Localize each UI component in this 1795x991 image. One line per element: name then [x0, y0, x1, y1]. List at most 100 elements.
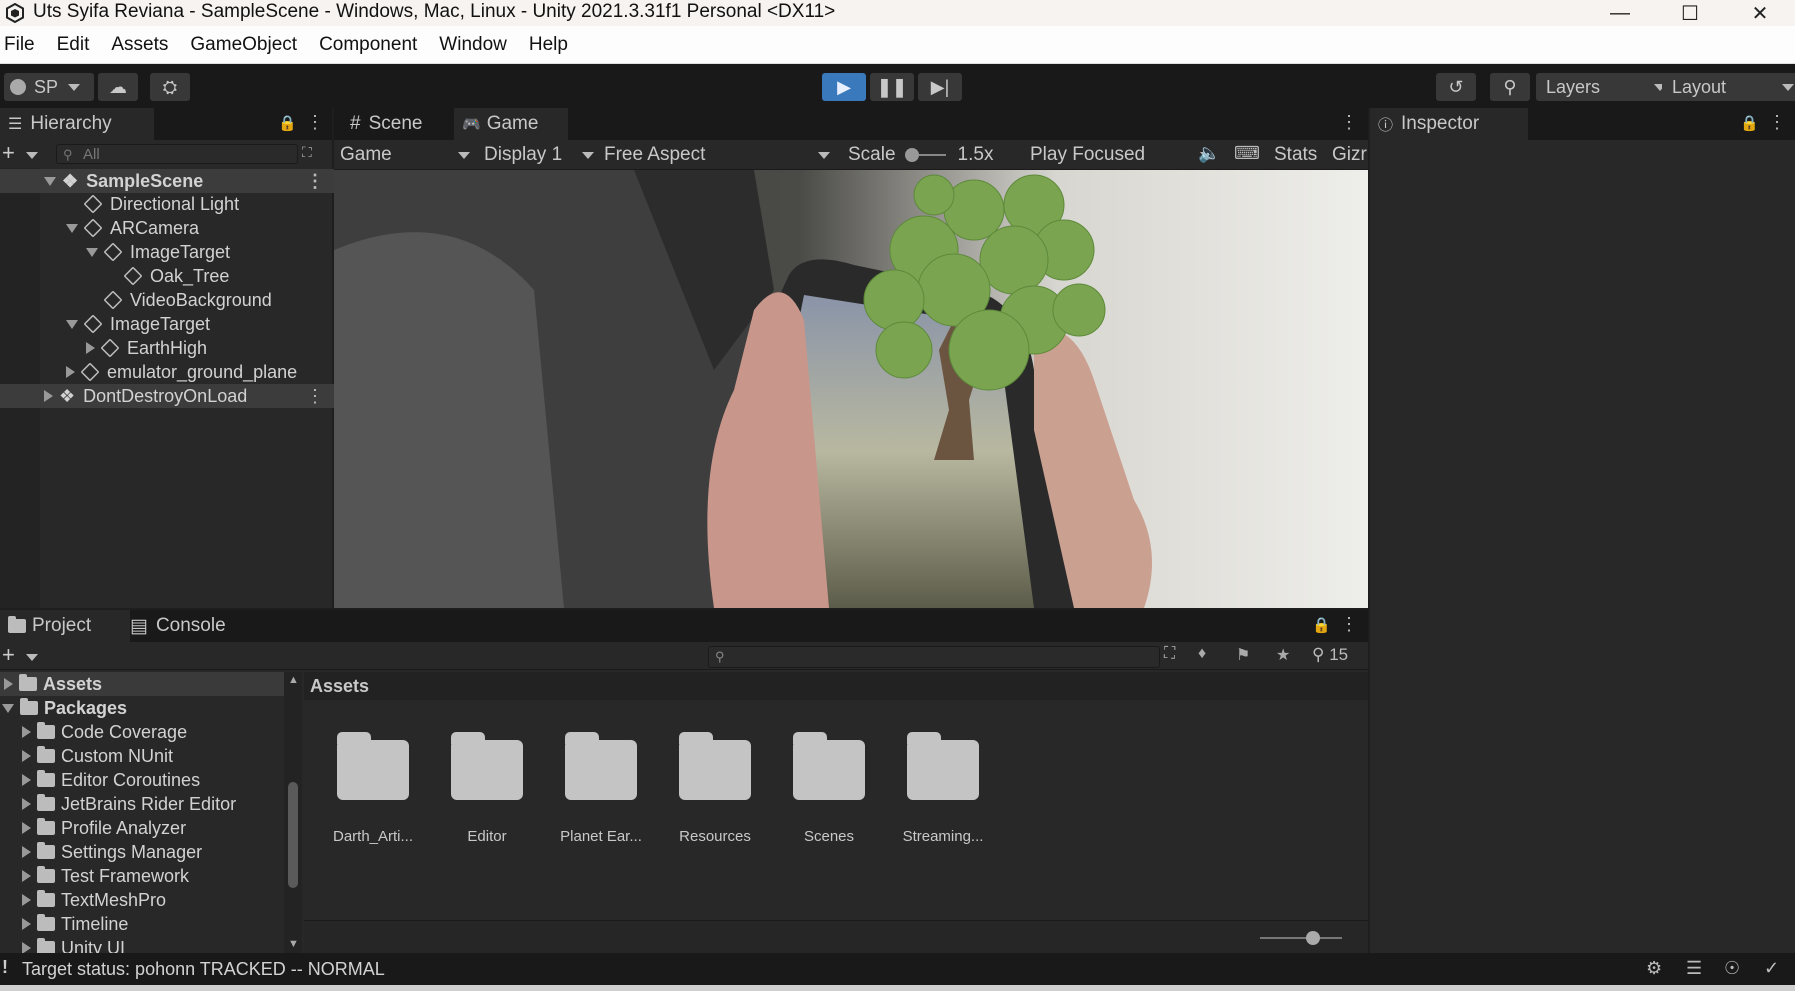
tab-inspector[interactable]: ⓘ Inspector: [1370, 108, 1528, 140]
more-options-icon[interactable]: ⋮: [1340, 614, 1358, 635]
menu-component[interactable]: Component: [308, 34, 428, 56]
tree-item-profile-analyzer[interactable]: Profile Analyzer: [0, 816, 186, 840]
expand-arrow-icon[interactable]: [2, 703, 14, 713]
status-message[interactable]: Target status: pohonn TRACKED -- NORMAL: [22, 959, 385, 980]
scroll-up-icon[interactable]: ▲: [288, 674, 299, 686]
lock-icon[interactable]: 🔒: [1312, 616, 1331, 634]
scale-slider-thumb[interactable]: [904, 148, 919, 162]
minimize-button[interactable]: —: [1585, 0, 1655, 26]
more-options-icon[interactable]: ⋮: [306, 386, 324, 407]
tree-item-packages[interactable]: Packages: [0, 696, 127, 720]
lock-icon[interactable]: 🔒: [278, 114, 297, 132]
tree-item-editor-coroutines[interactable]: Editor Coroutines: [0, 768, 200, 792]
tab-game[interactable]: 🎮 Game: [454, 108, 568, 140]
account-dropdown[interactable]: SP: [4, 73, 94, 101]
expand-arrow-icon[interactable]: [86, 247, 98, 257]
expand-arrow-icon[interactable]: [22, 918, 31, 930]
chevron-down-icon[interactable]: [26, 654, 38, 661]
cloud-button[interactable]: ☁: [98, 73, 138, 101]
expand-arrow-icon[interactable]: [22, 870, 31, 882]
tag-icon[interactable]: ⚑: [1236, 645, 1250, 665]
step-button[interactable]: ▶|: [918, 73, 962, 101]
menu-window[interactable]: Window: [428, 34, 518, 56]
lock-icon[interactable]: 🔒: [1740, 114, 1759, 132]
undo-history-button[interactable]: ↺: [1436, 73, 1476, 101]
hierarchy-row-earthhigh[interactable]: EarthHigh: [0, 336, 207, 360]
tree-item-custom-nunit[interactable]: Custom NUnit: [0, 744, 173, 768]
tree-item-textmeshpro[interactable]: TextMeshPro: [0, 888, 166, 912]
zoom-slider-track[interactable]: [1260, 937, 1342, 939]
scale-slider[interactable]: Scale 1.5x: [848, 144, 1008, 166]
expand-arrow-icon[interactable]: [44, 176, 56, 186]
hierarchy-row-directional-light[interactable]: Directional Light: [0, 192, 239, 216]
tree-item-jetbrains-rider-editor[interactable]: JetBrains Rider Editor: [0, 792, 236, 816]
scene-visibility-icon[interactable]: ⛶: [302, 144, 312, 161]
expand-arrow-icon[interactable]: [22, 846, 31, 858]
play-mode-dropdown[interactable]: Play Focused: [1030, 144, 1212, 166]
expand-arrow-icon[interactable]: [66, 223, 78, 233]
progress-icon[interactable]: ☉: [1724, 958, 1740, 979]
more-options-icon[interactable]: ⋮: [1768, 112, 1786, 133]
hierarchy-row-dontdestroyonload[interactable]: ❖ DontDestroyOnLoad ⋮: [0, 384, 376, 408]
expand-arrow-icon[interactable]: [22, 798, 31, 810]
gizmos-button[interactable]: Gizr: [1332, 144, 1368, 166]
expand-arrow-icon[interactable]: [22, 894, 31, 906]
stats-button[interactable]: Stats: [1274, 144, 1317, 166]
cache-server-icon[interactable]: ☰: [1686, 958, 1702, 979]
search-by-type-icon[interactable]: ⛶: [1164, 645, 1175, 663]
tree-scrollbar[interactable]: ▲ ▼: [284, 672, 302, 953]
close-window-button[interactable]: ✕: [1725, 0, 1795, 26]
hierarchy-row-emulator-ground-plane[interactable]: emulator_ground_plane: [0, 360, 297, 384]
tree-item-assets[interactable]: Assets: [0, 672, 284, 696]
keyboard-icon[interactable]: ⌨: [1234, 143, 1260, 164]
game-view-viewport[interactable]: [334, 170, 1368, 608]
aspect-dropdown[interactable]: Free Aspect: [604, 144, 830, 166]
asset-folder-planet[interactable]: Planet Ear...: [551, 732, 651, 845]
check-icon[interactable]: ✓: [1764, 958, 1779, 979]
hidden-packages-toggle[interactable]: ⚲ 15: [1312, 645, 1348, 665]
asset-folder-streaming[interactable]: Streaming...: [893, 732, 993, 845]
speaker-icon[interactable]: 🔈: [1198, 143, 1220, 164]
menu-gameobject[interactable]: GameObject: [179, 34, 308, 56]
display-dropdown[interactable]: Display 1: [484, 144, 594, 166]
menu-edit[interactable]: Edit: [46, 34, 101, 56]
collab-button[interactable]: ⛭: [150, 73, 190, 101]
pause-button[interactable]: ❚❚: [870, 73, 914, 101]
asset-folder-editor[interactable]: Editor: [437, 732, 537, 845]
asset-folder-resources[interactable]: Resources: [665, 732, 765, 845]
tree-item-settings-manager[interactable]: Settings Manager: [0, 840, 202, 864]
expand-arrow-icon[interactable]: [22, 726, 31, 738]
hierarchy-row-videobackground[interactable]: VideoBackground: [0, 288, 272, 312]
game-view-dropdown[interactable]: Game: [340, 144, 470, 166]
expand-arrow-icon[interactable]: [22, 822, 31, 834]
menu-help[interactable]: Help: [518, 34, 579, 56]
breadcrumb-assets[interactable]: Assets: [310, 676, 369, 696]
debug-icon[interactable]: ⚙: [1646, 958, 1662, 979]
layout-dropdown[interactable]: Layout: [1662, 73, 1795, 101]
add-icon[interactable]: +: [2, 140, 15, 166]
chevron-down-icon[interactable]: [26, 152, 38, 159]
tree-scrollbar-thumb[interactable]: [288, 782, 298, 888]
add-icon[interactable]: +: [2, 642, 15, 668]
project-breadcrumb[interactable]: Assets: [304, 672, 1368, 700]
filter-type-icon[interactable]: ♦: [1198, 645, 1206, 663]
expand-arrow-icon[interactable]: [4, 678, 13, 690]
project-search-input[interactable]: ⚲: [708, 646, 1160, 668]
hierarchy-row-samplescene[interactable]: ❖ SampleScene ⋮: [0, 169, 376, 193]
layers-dropdown[interactable]: Layers: [1536, 73, 1676, 101]
tab-console[interactable]: ▤ Console: [122, 610, 258, 642]
star-icon[interactable]: ★: [1276, 645, 1290, 665]
expand-arrow-icon[interactable]: [22, 774, 31, 786]
search-button[interactable]: ⚲: [1490, 73, 1530, 101]
hierarchy-row-imagetarget[interactable]: ImageTarget: [0, 312, 210, 336]
expand-arrow-icon[interactable]: [44, 390, 53, 402]
expand-arrow-icon[interactable]: [22, 750, 31, 762]
menu-assets[interactable]: Assets: [100, 34, 179, 56]
tab-scene[interactable]: # Scene: [342, 108, 468, 140]
menu-file[interactable]: File: [0, 34, 46, 56]
tree-item-unity-ui[interactable]: Unity UI: [0, 936, 125, 953]
hierarchy-row-imagetarget-child[interactable]: ImageTarget: [0, 240, 230, 264]
zoom-slider-thumb[interactable]: [1306, 931, 1320, 945]
hierarchy-row-oak-tree[interactable]: Oak_Tree: [0, 264, 229, 288]
expand-arrow-icon[interactable]: [66, 319, 78, 329]
